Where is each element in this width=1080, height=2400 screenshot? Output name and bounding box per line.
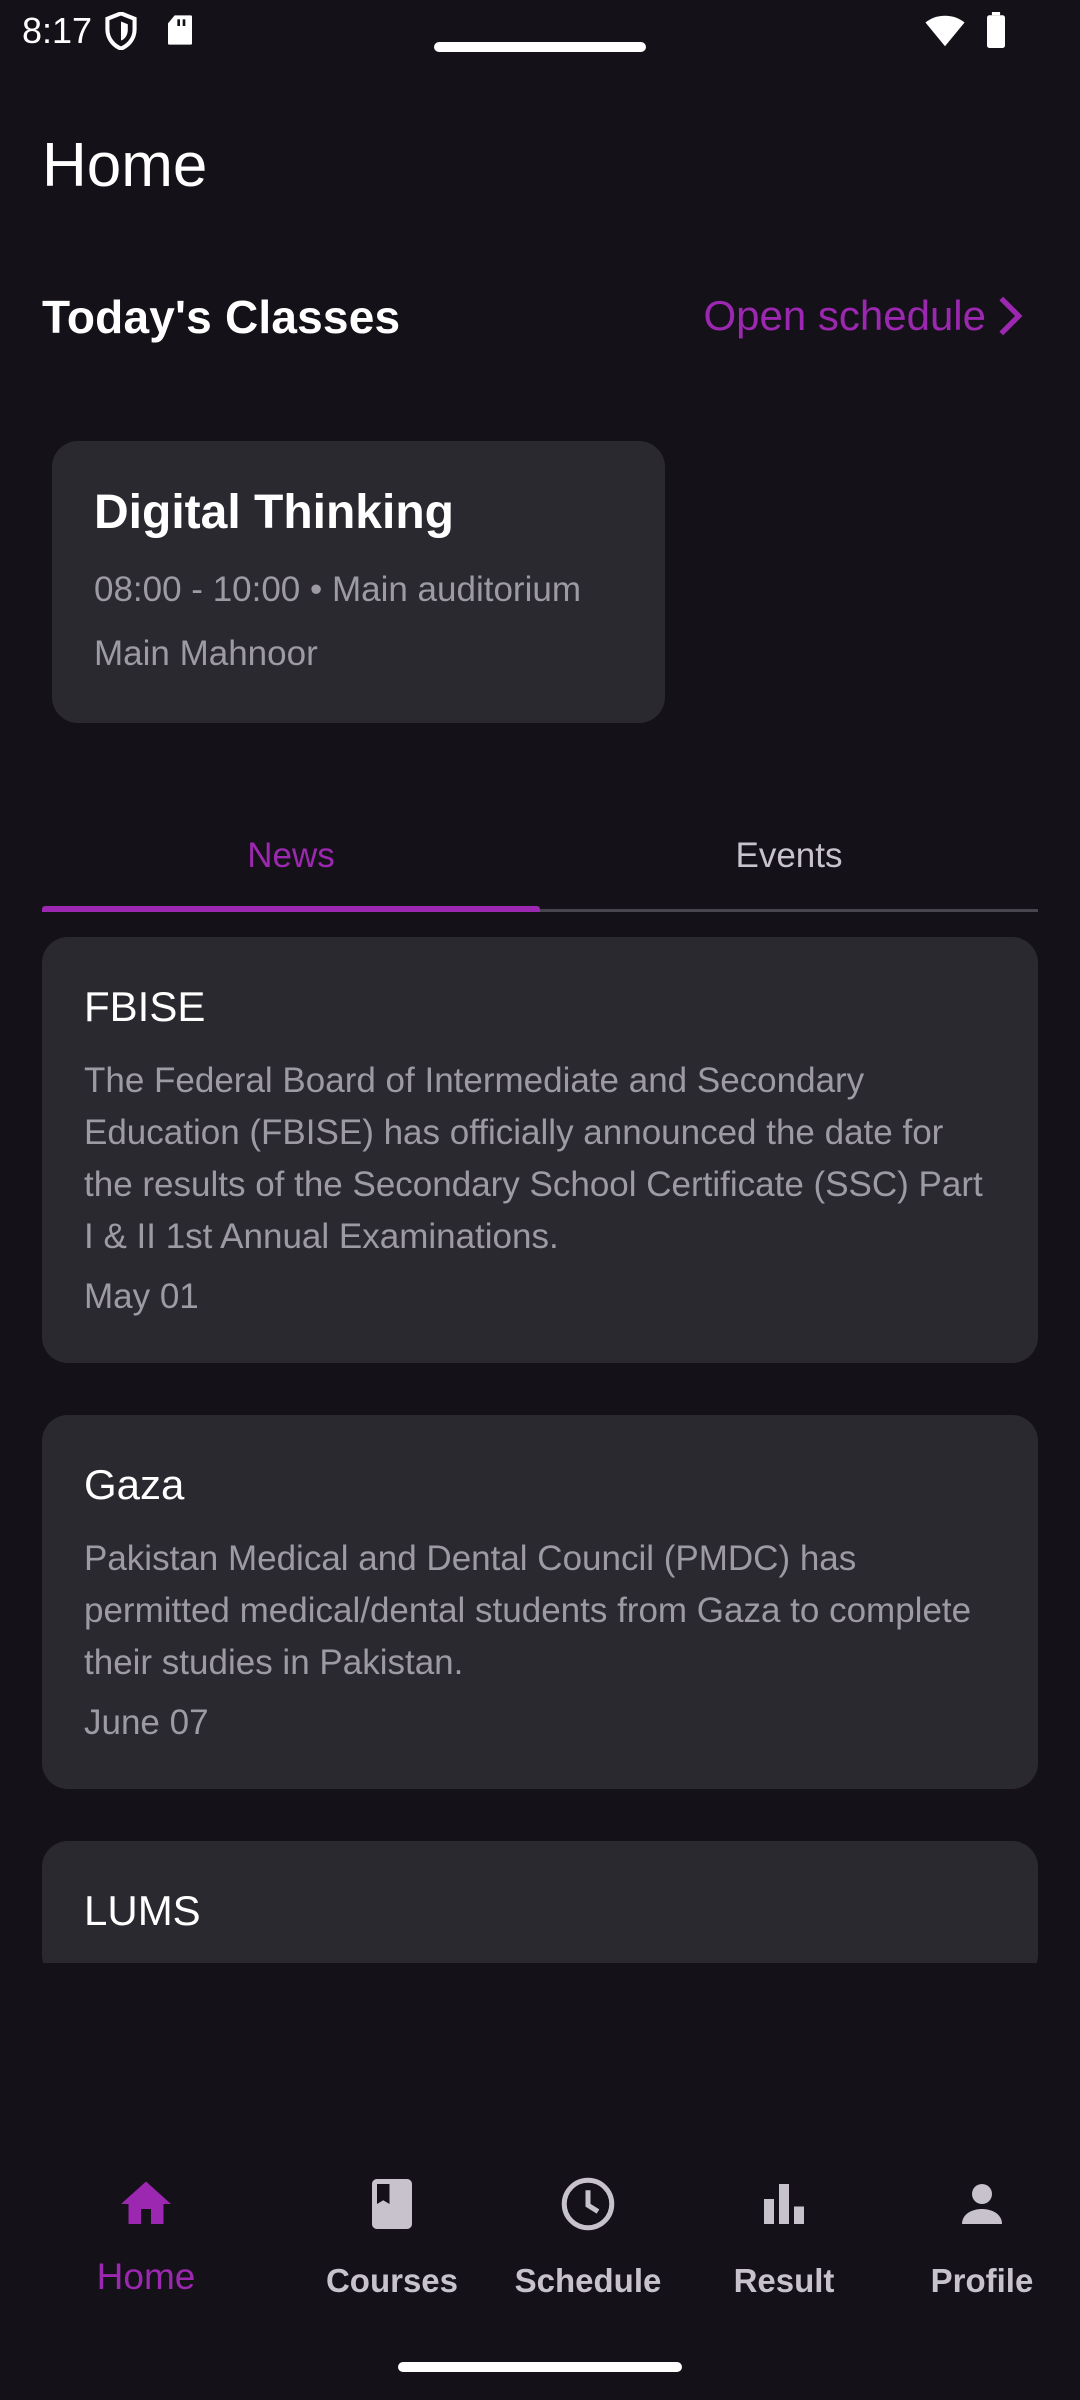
- nav-result[interactable]: Result: [686, 2140, 882, 2340]
- class-card[interactable]: Digital Thinking 08:00 - 10:00 • Main au…: [52, 441, 665, 723]
- page-title: Home: [42, 131, 208, 200]
- nav-home-label: Home: [96, 2256, 196, 2297]
- sd-card-icon: [168, 15, 192, 45]
- news-card[interactable]: LUMS: [42, 1841, 1038, 1963]
- gesture-bar: [398, 2362, 682, 2372]
- news-card[interactable]: FBISE The Federal Board of Intermediate …: [42, 937, 1038, 1363]
- nav-profile-label: Profile: [930, 2262, 1034, 2299]
- news-body: Pakistan Medical and Dental Council (PMD…: [84, 1539, 972, 1682]
- nav-courses-label: Courses: [325, 2262, 459, 2299]
- news-title: LUMS: [84, 1887, 201, 1934]
- clock-icon: [561, 2177, 615, 2231]
- open-schedule-link[interactable]: Open schedule: [703, 292, 1024, 340]
- nav-home[interactable]: Home: [48, 2140, 244, 2340]
- news-events-tabs: News Events: [42, 800, 1038, 914]
- top-handle: [434, 42, 646, 52]
- news-title: FBISE: [84, 983, 206, 1030]
- nav-courses[interactable]: Courses: [294, 2140, 490, 2340]
- status-time: 8:17: [22, 10, 93, 51]
- news-date: June 07: [84, 1703, 209, 1742]
- nav-profile[interactable]: Profile: [884, 2140, 1080, 2340]
- class-time-location: 08:00 - 10:00 • Main auditorium: [94, 570, 581, 609]
- home-icon: [121, 2181, 171, 2224]
- battery-icon: [987, 12, 1005, 48]
- open-schedule-label: Open schedule: [703, 292, 986, 339]
- news-body: The Federal Board of Intermediate and Se…: [84, 1061, 983, 1256]
- news-card[interactable]: Gaza Pakistan Medical and Dental Council…: [42, 1415, 1038, 1789]
- book-icon: [372, 2179, 412, 2229]
- shield-icon: [105, 12, 137, 50]
- wifi-icon: [925, 15, 965, 47]
- bottom-navigation: Home Courses Schedule Result Profile: [0, 2140, 1080, 2340]
- person-icon: [962, 2184, 1002, 2224]
- nav-result-label: Result: [733, 2262, 835, 2299]
- class-teacher: Main Mahnoor: [94, 634, 318, 673]
- news-title: Gaza: [84, 1461, 185, 1508]
- class-name: Digital Thinking: [94, 486, 454, 539]
- news-list[interactable]: FBISE The Federal Board of Intermediate …: [42, 937, 1038, 1963]
- tab-events[interactable]: Events: [540, 800, 1038, 912]
- nav-schedule[interactable]: Schedule: [490, 2140, 686, 2340]
- tab-indicator: [42, 906, 540, 912]
- todays-classes-title: Today's Classes: [42, 291, 401, 343]
- nav-schedule-label: Schedule: [514, 2262, 662, 2299]
- tab-news[interactable]: News: [42, 800, 540, 912]
- bar-chart-icon: [764, 2184, 804, 2224]
- news-date: May 01: [84, 1277, 199, 1316]
- chevron-right-icon: [999, 296, 1023, 336]
